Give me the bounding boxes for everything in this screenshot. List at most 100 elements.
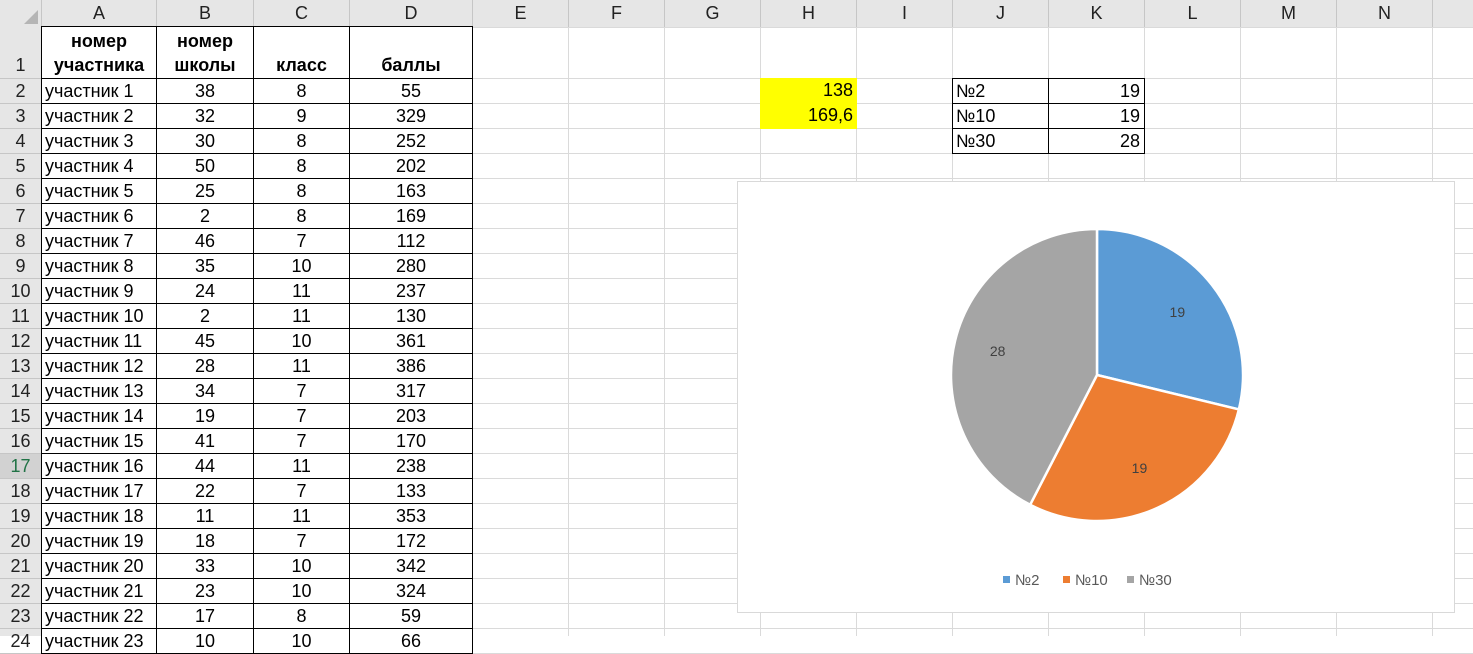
computed-value-cell[interactable]: 138 — [760, 78, 857, 104]
score-cell[interactable]: 386 — [349, 353, 473, 379]
participant-name-cell[interactable]: участник 18 — [41, 503, 157, 529]
column-header-n[interactable]: N — [1337, 0, 1433, 27]
grade-cell[interactable]: 7 — [253, 228, 350, 254]
school-number-cell[interactable]: 2 — [156, 203, 254, 229]
row-header-4[interactable]: 4 — [0, 129, 41, 154]
participant-name-cell[interactable]: участник 19 — [41, 528, 157, 554]
score-cell[interactable]: 66 — [349, 628, 473, 654]
participant-name-cell[interactable]: участник 3 — [41, 128, 157, 154]
participant-name-cell[interactable]: участник 17 — [41, 478, 157, 504]
column-header-e[interactable]: E — [473, 0, 569, 27]
grade-cell[interactable]: 8 — [253, 603, 350, 629]
participant-name-cell[interactable]: участник 21 — [41, 578, 157, 604]
column-header-c[interactable]: C — [254, 0, 350, 27]
grade-cell[interactable]: 10 — [253, 328, 350, 354]
participant-name-cell[interactable]: участник 23 — [41, 628, 157, 654]
grade-cell[interactable]: 7 — [253, 378, 350, 404]
participant-name-cell[interactable]: участник 15 — [41, 428, 157, 454]
school-number-cell[interactable]: 23 — [156, 578, 254, 604]
score-cell[interactable]: 353 — [349, 503, 473, 529]
score-cell[interactable]: 170 — [349, 428, 473, 454]
score-cell[interactable]: 55 — [349, 78, 473, 104]
row-header-10[interactable]: 10 — [0, 279, 41, 304]
school-number-cell[interactable]: 46 — [156, 228, 254, 254]
score-cell[interactable]: 329 — [349, 103, 473, 129]
grade-cell[interactable]: 7 — [253, 528, 350, 554]
score-cell[interactable]: 238 — [349, 453, 473, 479]
column-header-k[interactable]: K — [1049, 0, 1145, 27]
participant-name-cell[interactable]: участник 16 — [41, 453, 157, 479]
participant-name-cell[interactable]: участник 4 — [41, 153, 157, 179]
score-cell[interactable]: 361 — [349, 328, 473, 354]
row-header-22[interactable]: 22 — [0, 579, 41, 604]
grade-cell[interactable]: 7 — [253, 428, 350, 454]
score-cell[interactable]: 252 — [349, 128, 473, 154]
row-header-12[interactable]: 12 — [0, 329, 41, 354]
row-header-20[interactable]: 20 — [0, 529, 41, 554]
select-all-corner[interactable] — [0, 0, 42, 27]
school-number-cell[interactable]: 45 — [156, 328, 254, 354]
row-header-19[interactable]: 19 — [0, 504, 41, 529]
grade-cell[interactable]: 7 — [253, 478, 350, 504]
school-number-cell[interactable]: 2 — [156, 303, 254, 329]
participant-name-cell[interactable]: участник 12 — [41, 353, 157, 379]
score-cell[interactable]: 203 — [349, 403, 473, 429]
school-number-cell[interactable]: 44 — [156, 453, 254, 479]
row-header-13[interactable]: 13 — [0, 354, 41, 379]
grade-cell[interactable]: 10 — [253, 253, 350, 279]
participant-name-cell[interactable]: участник 2 — [41, 103, 157, 129]
score-cell[interactable]: 133 — [349, 478, 473, 504]
grade-cell[interactable]: 11 — [253, 453, 350, 479]
header-grade[interactable]: класс — [253, 26, 350, 79]
school-number-cell[interactable]: 30 — [156, 128, 254, 154]
school-number-cell[interactable]: 32 — [156, 103, 254, 129]
school-number-cell[interactable]: 24 — [156, 278, 254, 304]
column-header-l[interactable]: L — [1145, 0, 1241, 27]
row-header-24[interactable]: 24 — [0, 629, 41, 654]
school-number-cell[interactable]: 11 — [156, 503, 254, 529]
grade-cell[interactable]: 8 — [253, 153, 350, 179]
header-participant-number[interactable]: номер участника — [41, 26, 157, 79]
score-cell[interactable]: 317 — [349, 378, 473, 404]
grade-cell[interactable]: 11 — [253, 503, 350, 529]
score-cell[interactable]: 172 — [349, 528, 473, 554]
grade-cell[interactable]: 10 — [253, 553, 350, 579]
summary-value-cell[interactable]: 19 — [1048, 78, 1145, 104]
column-header-i[interactable]: I — [857, 0, 953, 27]
column-header-j[interactable]: J — [953, 0, 1049, 27]
summary-value-cell[interactable]: 28 — [1048, 128, 1145, 154]
pie-chart[interactable]: 19 19 28 №2 №10 №30 — [737, 181, 1455, 613]
summary-label-cell[interactable]: №30 — [952, 128, 1049, 154]
grade-cell[interactable]: 10 — [253, 628, 350, 654]
school-number-cell[interactable]: 25 — [156, 178, 254, 204]
school-number-cell[interactable]: 34 — [156, 378, 254, 404]
row-header-21[interactable]: 21 — [0, 554, 41, 579]
participant-name-cell[interactable]: участник 9 — [41, 278, 157, 304]
row-header-9[interactable]: 9 — [0, 254, 41, 279]
row-header-6[interactable]: 6 — [0, 179, 41, 204]
row-header-5[interactable]: 5 — [0, 154, 41, 179]
score-cell[interactable]: 112 — [349, 228, 473, 254]
grade-cell[interactable]: 10 — [253, 578, 350, 604]
row-header-3[interactable]: 3 — [0, 104, 41, 129]
grade-cell[interactable]: 8 — [253, 78, 350, 104]
column-header-a[interactable]: A — [42, 0, 157, 27]
school-number-cell[interactable]: 41 — [156, 428, 254, 454]
score-cell[interactable]: 169 — [349, 203, 473, 229]
school-number-cell[interactable]: 50 — [156, 153, 254, 179]
participant-name-cell[interactable]: участник 10 — [41, 303, 157, 329]
participant-name-cell[interactable]: участник 6 — [41, 203, 157, 229]
row-header-23[interactable]: 23 — [0, 604, 41, 629]
grade-cell[interactable]: 7 — [253, 403, 350, 429]
header-score[interactable]: баллы — [349, 26, 473, 79]
header-school-number[interactable]: номер школы — [156, 26, 254, 79]
column-header-g[interactable]: G — [665, 0, 761, 27]
score-cell[interactable]: 130 — [349, 303, 473, 329]
score-cell[interactable]: 163 — [349, 178, 473, 204]
grade-cell[interactable]: 8 — [253, 203, 350, 229]
participant-name-cell[interactable]: участник 5 — [41, 178, 157, 204]
school-number-cell[interactable]: 35 — [156, 253, 254, 279]
score-cell[interactable]: 237 — [349, 278, 473, 304]
summary-value-cell[interactable]: 19 — [1048, 103, 1145, 129]
column-header-d[interactable]: D — [350, 0, 473, 27]
